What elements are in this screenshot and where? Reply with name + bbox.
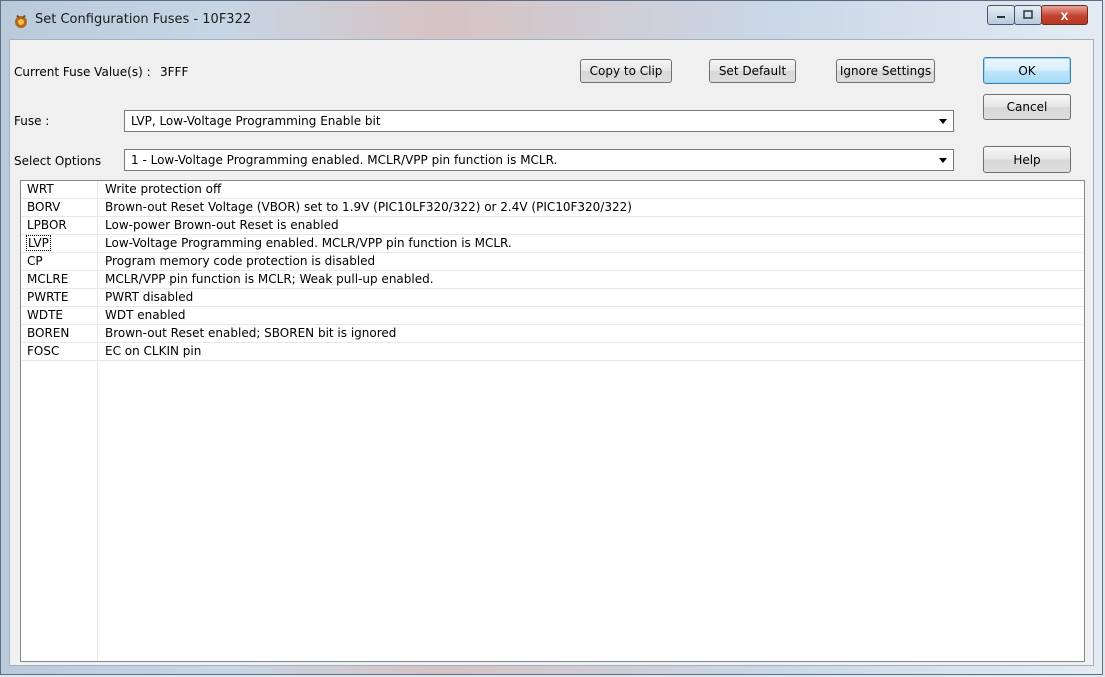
fuse-description: Brown-out Reset enabled; SBOREN bit is i… [105, 326, 397, 340]
fuse-label: Fuse : [14, 114, 50, 128]
table-row[interactable]: LVP Low-Voltage Programming enabled. MCLR… [21, 235, 1084, 253]
fuse-name: BORV [27, 199, 95, 215]
config-fuses-window: Set Configuration Fuses - 10F322 x Curre… [0, 0, 1103, 675]
maximize-icon [1023, 10, 1033, 19]
fuse-name: MCLRE [27, 271, 95, 287]
fuse-rows: WRT Write protection off BORV Brown-out Res… [21, 181, 1084, 361]
fuse-name: WRT [27, 181, 95, 197]
title-bar[interactable]: Set Configuration Fuses - 10F322 x [1, 1, 1102, 39]
fuse-name-text: WDTE [27, 308, 64, 322]
fuse-name: CP [27, 253, 95, 269]
current-fuse-value: 3FFF [160, 65, 189, 79]
table-row[interactable]: BOREN Brown-out Reset enabled; SBOREN bit… [21, 325, 1084, 343]
set-default-button[interactable]: Set Default [709, 59, 796, 83]
dialog-client-area: Current Fuse Value(s) : 3FFF Copy to Cli… [9, 39, 1094, 666]
fuse-description: EC on CLKIN pin [105, 344, 202, 358]
fuse-description: Program memory code protection is disabl… [105, 254, 376, 268]
fuse-description: MCLR/VPP pin function is MCLR; Weak pull… [105, 272, 434, 286]
fuse-list[interactable]: WRT Write protection off BORV Brown-out Res… [20, 180, 1085, 662]
close-icon: x [1060, 7, 1069, 23]
fuse-name: LVP [26, 235, 95, 251]
table-row[interactable]: WRT Write protection off [21, 181, 1084, 199]
window-title: Set Configuration Fuses - 10F322 [35, 12, 252, 27]
fuse-name-text: BORV [27, 200, 61, 214]
chevron-down-icon [939, 158, 947, 163]
fuse-name-text: WRT [27, 182, 54, 196]
maximize-button[interactable] [1014, 5, 1042, 25]
current-fuse-label: Current Fuse Value(s) : [14, 65, 151, 79]
table-row[interactable]: WDTE WDT enabled [21, 307, 1084, 325]
fuse-name-text: MCLRE [27, 272, 69, 286]
fuse-select-value: LVP, Low-Voltage Programming Enable bit [131, 114, 381, 128]
options-select-value: 1 - Low-Voltage Programming enabled. MCL… [131, 153, 558, 167]
ok-button[interactable]: OK [983, 57, 1071, 84]
fuse-name: PWRTE [27, 289, 95, 305]
minimize-button[interactable] [987, 5, 1015, 25]
fuse-name-text: FOSC [27, 344, 60, 358]
table-row[interactable]: CP Program memory code protection is disa… [21, 253, 1084, 271]
fuse-name: LPBOR [27, 217, 95, 233]
minimize-icon [997, 16, 1005, 18]
fuse-name: WDTE [27, 307, 95, 323]
fuse-description: WDT enabled [105, 308, 186, 322]
fuse-name-text: LVP [26, 235, 51, 251]
fuse-name-text: PWRTE [27, 290, 69, 304]
copy-to-clip-button[interactable]: Copy to Clip [580, 59, 672, 83]
help-button[interactable]: Help [983, 146, 1071, 173]
ignore-settings-button[interactable]: Ignore Settings [836, 59, 935, 83]
fuse-name: FOSC [27, 343, 95, 359]
fuse-description: Low-power Brown-out Reset is enabled [105, 218, 339, 232]
table-row[interactable]: LPBOR Low-power Brown-out Reset is enable… [21, 217, 1084, 235]
table-row[interactable]: FOSC EC on CLKIN pin [21, 343, 1084, 361]
fuse-name: BOREN [27, 325, 95, 341]
app-icon [15, 15, 27, 28]
close-button[interactable]: x [1041, 5, 1088, 25]
fuse-description: Write protection off [105, 182, 222, 196]
fuse-description: Brown-out Reset Voltage (VBOR) set to 1.… [105, 200, 632, 214]
fuse-name-text: LPBOR [27, 218, 67, 232]
fuse-name-text: BOREN [27, 326, 70, 340]
table-row[interactable]: BORV Brown-out Reset Voltage (VBOR) set t… [21, 199, 1084, 217]
fuse-name-text: CP [27, 254, 43, 268]
cancel-button[interactable]: Cancel [983, 94, 1071, 120]
fuse-description: PWRT disabled [105, 290, 194, 304]
select-options-label: Select Options [14, 154, 102, 168]
caption-buttons: x [987, 5, 1088, 27]
chevron-down-icon [939, 119, 947, 124]
table-row[interactable]: PWRTE PWRT disabled [21, 289, 1084, 307]
fuse-select[interactable]: LVP, Low-Voltage Programming Enable bit [124, 110, 954, 132]
fuse-description: Low-Voltage Programming enabled. MCLR/VP… [105, 236, 512, 250]
table-row[interactable]: MCLRE MCLR/VPP pin function is MCLR; Weak… [21, 271, 1084, 289]
options-select[interactable]: 1 - Low-Voltage Programming enabled. MCL… [124, 149, 954, 171]
